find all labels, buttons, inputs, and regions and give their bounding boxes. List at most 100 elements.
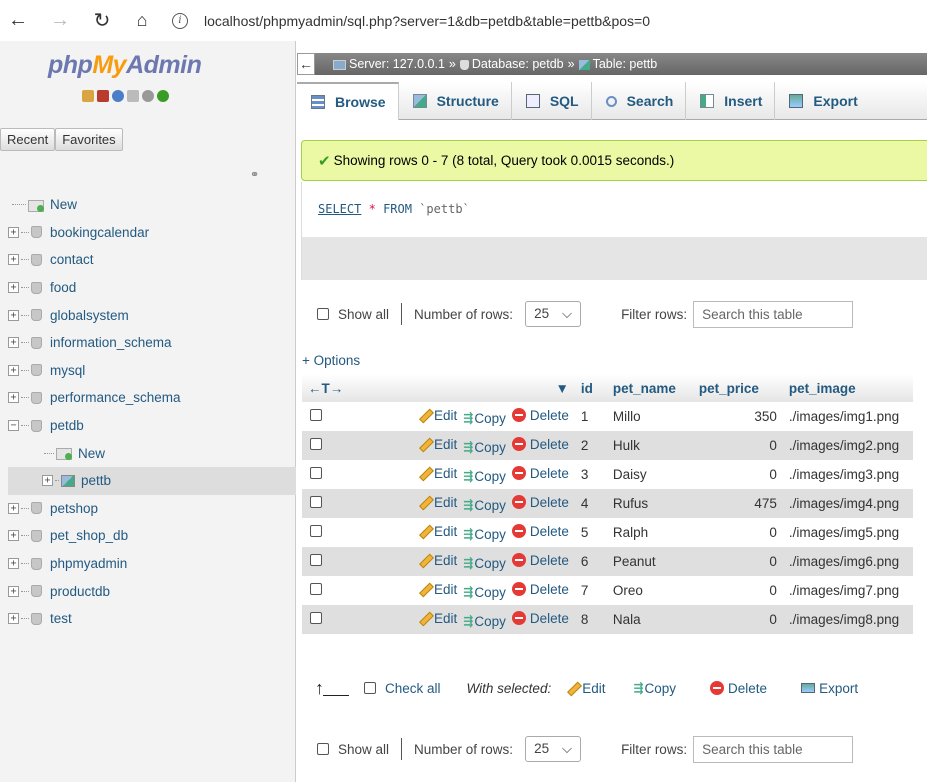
row-checkbox[interactable] <box>310 467 322 479</box>
cell-pet-image[interactable]: ./images/img4.png <box>782 489 913 518</box>
bulk-copy-button[interactable]: ⇶ Copy <box>633 681 676 696</box>
tree-item-database[interactable]: + productdb <box>8 577 296 605</box>
delete-row-button[interactable]: Delete <box>511 553 569 568</box>
row-checkbox[interactable] <box>310 583 322 595</box>
delete-row-button[interactable]: Delete <box>511 408 569 423</box>
cell-pet-image[interactable]: ./images/img3.png <box>782 460 913 489</box>
tab-structure[interactable]: Structure <box>399 82 512 120</box>
cell-pet-image[interactable]: ./images/img6.png <box>782 547 913 576</box>
tree-item-database[interactable]: + petshop <box>8 495 296 523</box>
copy-row-button[interactable]: ⇶ Copy <box>463 411 506 426</box>
delete-row-button[interactable]: Delete <box>511 437 569 452</box>
show-all-label[interactable]: Show all <box>338 307 389 322</box>
expand-icon[interactable]: + <box>42 475 53 487</box>
copy-row-button[interactable]: ⇶ Copy <box>463 498 506 513</box>
cell-pet-image[interactable]: ./images/img1.png <box>782 402 913 431</box>
cell-id[interactable]: 1 <box>574 402 607 431</box>
tree-item-database[interactable]: + globalsystem <box>8 301 296 329</box>
tree-item-database[interactable]: + phpmyadmin <box>8 550 296 578</box>
expand-icon[interactable]: + <box>8 558 19 570</box>
tree-item-database-petdb[interactable]: − petdb <box>8 412 296 440</box>
collapse-panel-arrow-icon[interactable]: ← <box>297 53 315 75</box>
recent-button[interactable]: Recent <box>0 128 56 151</box>
logout-icon[interactable] <box>97 90 109 102</box>
breadcrumb-database[interactable]: Database: petdb <box>459 57 564 71</box>
cell-id[interactable]: 4 <box>574 489 607 518</box>
row-checkbox[interactable] <box>310 409 322 421</box>
tree-item-database[interactable]: + bookingcalendar <box>8 219 296 247</box>
show-all-label[interactable]: Show all <box>338 742 389 757</box>
home-icon[interactable]: ⌂ <box>128 7 156 35</box>
cell-pet-price[interactable]: 0 <box>692 576 783 605</box>
edit-row-button[interactable]: Edit <box>417 611 457 626</box>
row-checkbox[interactable] <box>310 525 322 537</box>
copy-row-button[interactable]: ⇶ Copy <box>463 585 506 600</box>
column-header-pet-price[interactable]: pet_price <box>692 374 783 402</box>
tab-browse[interactable]: Browse <box>297 82 399 120</box>
bulk-delete-button[interactable]: Delete <box>710 681 767 696</box>
tree-item-database[interactable]: + food <box>8 274 296 302</box>
row-checkbox[interactable] <box>310 438 322 450</box>
tab-search[interactable]: Search <box>592 82 687 120</box>
breadcrumb-server[interactable]: Server: 127.0.0.1 <box>333 57 445 71</box>
cell-pet-price[interactable]: 0 <box>692 547 783 576</box>
tree-item-table-pettb[interactable]: + pettb <box>8 466 296 495</box>
collapse-icon[interactable]: − <box>8 420 19 432</box>
tab-export[interactable]: Export <box>775 82 869 120</box>
cell-id[interactable]: 5 <box>574 518 607 547</box>
expand-icon[interactable]: + <box>8 502 19 514</box>
phpmyadmin-logo[interactable]: phpMyAdmin <box>48 51 202 80</box>
home-icon[interactable] <box>82 90 94 102</box>
copy-row-button[interactable]: ⇶ Copy <box>463 469 506 484</box>
delete-row-button[interactable]: Delete <box>511 466 569 481</box>
filter-search-input[interactable]: Search this table <box>693 735 854 763</box>
cell-pet-name[interactable]: Millo <box>606 402 693 431</box>
cell-pet-name[interactable]: Ralph <box>606 518 693 547</box>
cell-pet-name[interactable]: Daisy <box>606 460 693 489</box>
copy-row-button[interactable]: ⇶ Copy <box>463 556 506 571</box>
reload-icon[interactable]: ↻ <box>88 7 116 35</box>
row-checkbox[interactable] <box>310 496 322 508</box>
show-all-checkbox[interactable] <box>317 308 329 320</box>
tree-item-database[interactable]: + test <box>8 605 296 633</box>
tab-insert[interactable]: Insert <box>686 82 776 120</box>
show-all-checkbox[interactable] <box>317 743 329 755</box>
column-header-pet-image[interactable]: pet_image <box>782 374 913 402</box>
expand-icon[interactable]: + <box>8 530 19 542</box>
expand-icon[interactable]: + <box>8 309 19 321</box>
expand-icon[interactable]: + <box>8 613 19 625</box>
expand-icon[interactable]: + <box>8 585 19 597</box>
delete-row-button[interactable]: Delete <box>511 495 569 510</box>
expand-icon[interactable]: + <box>8 337 19 349</box>
column-header-pet-name[interactable]: pet_name <box>606 374 693 402</box>
edit-row-button[interactable]: Edit <box>417 524 457 539</box>
cell-pet-price[interactable]: 475 <box>692 489 783 518</box>
cell-pet-price[interactable]: 0 <box>692 605 783 634</box>
edit-row-button[interactable]: Edit <box>417 582 457 597</box>
cell-pet-name[interactable]: Nala <box>606 605 693 634</box>
options-link[interactable]: + Options <box>302 353 360 368</box>
filter-search-input[interactable]: Search this table <box>693 300 854 328</box>
tree-item-database[interactable]: + contact <box>8 246 296 274</box>
edit-row-button[interactable]: Edit <box>417 408 457 423</box>
breadcrumb-table[interactable]: Table: pettb <box>578 57 657 71</box>
expand-icon[interactable]: + <box>8 282 19 294</box>
column-resize-handle[interactable]: ←T→ <box>302 374 417 402</box>
cell-pet-price[interactable]: 0 <box>692 518 783 547</box>
cell-pet-name[interactable]: Peanut <box>606 547 693 576</box>
column-header-id[interactable]: id <box>574 374 607 402</box>
row-checkbox[interactable] <box>310 612 322 624</box>
check-all-label[interactable]: Check all <box>385 681 441 696</box>
edit-row-button[interactable]: Edit <box>417 466 457 481</box>
cell-pet-name[interactable]: Oreo <box>606 576 693 605</box>
cell-pet-price[interactable]: 350 <box>692 402 783 431</box>
address-bar[interactable]: i localhost/phpmyadmin/sql.php?server=1&… <box>172 12 650 29</box>
cell-pet-price[interactable]: 0 <box>692 460 783 489</box>
bulk-export-button[interactable]: Export <box>801 681 858 696</box>
help-icon[interactable] <box>112 90 124 102</box>
reload-navigation-icon[interactable] <box>157 90 169 102</box>
tree-item-petdb-new[interactable]: New <box>8 439 296 467</box>
cell-pet-image[interactable]: ./images/img5.png <box>782 518 913 547</box>
edit-row-button[interactable]: Edit <box>417 437 457 452</box>
expand-icon[interactable]: + <box>8 364 19 376</box>
